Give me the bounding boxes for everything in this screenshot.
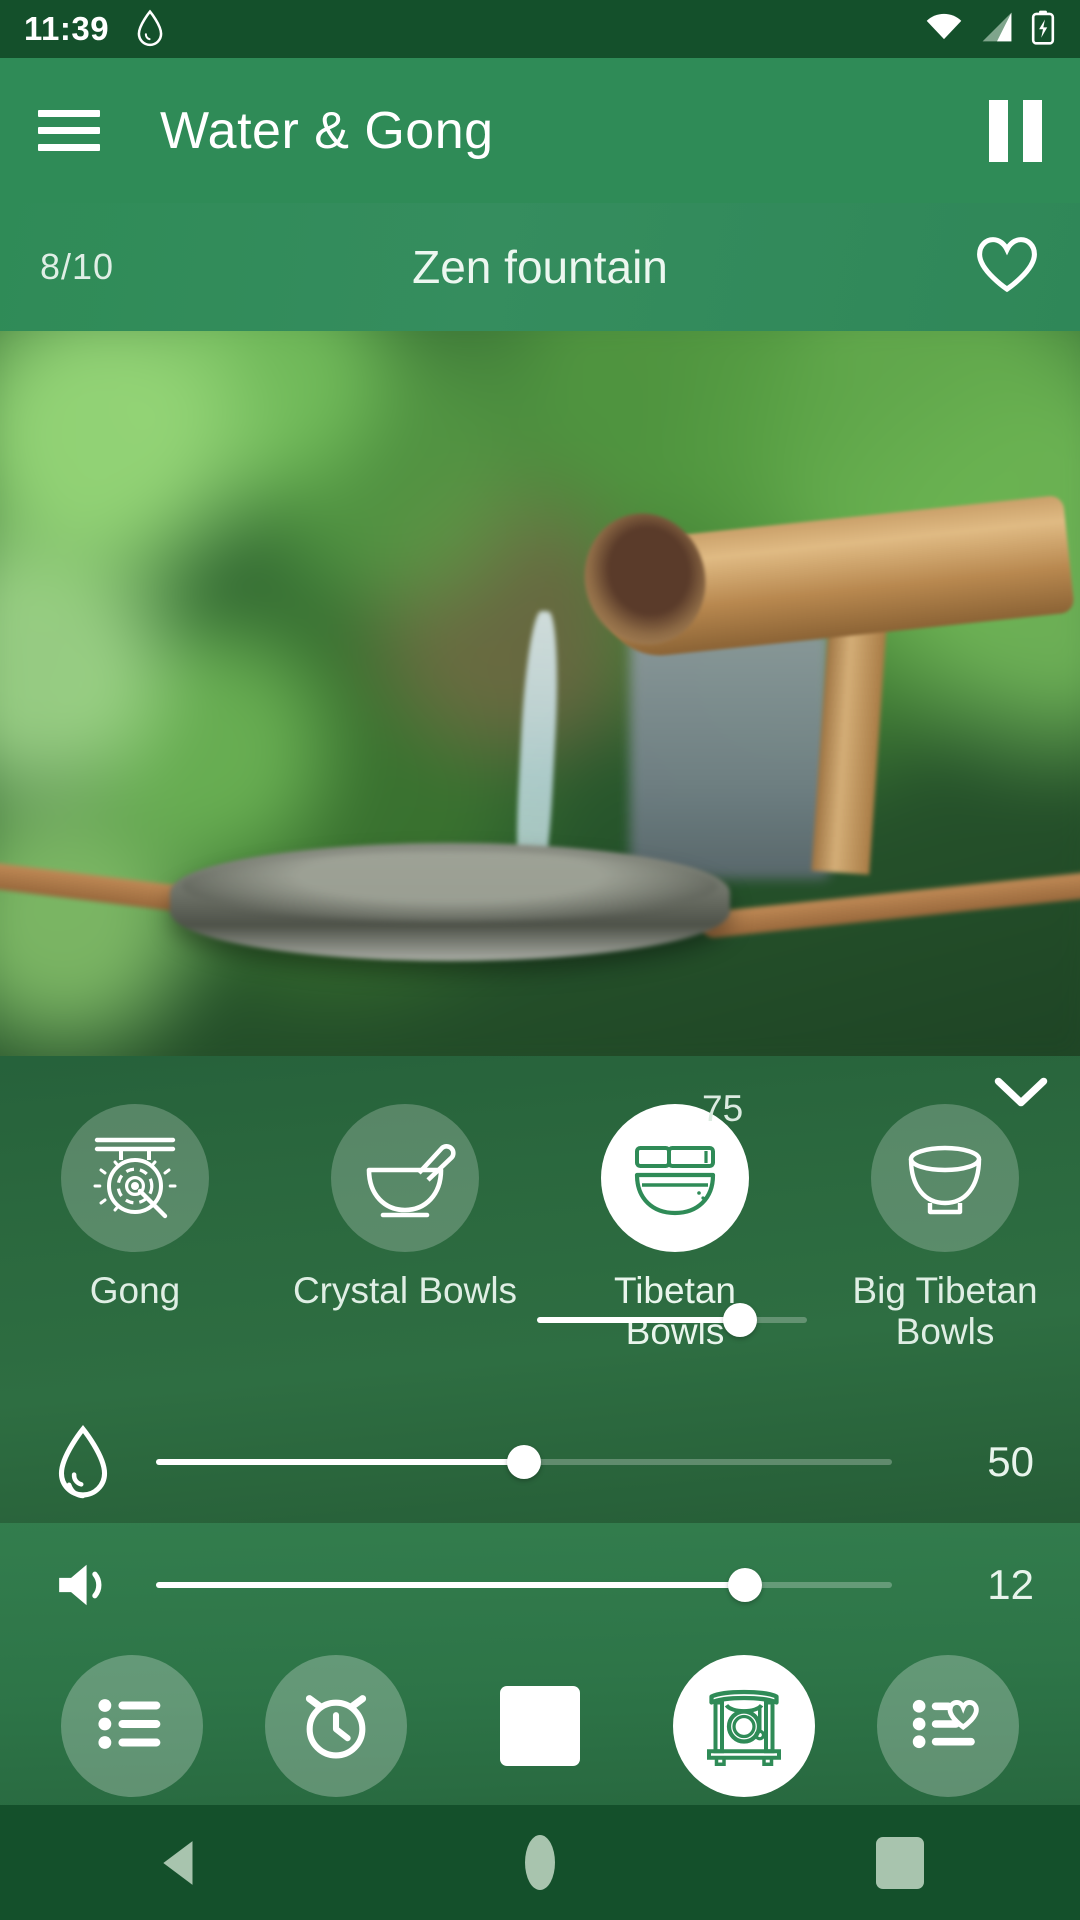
timer-button[interactable] — [265, 1655, 407, 1797]
tibetan-bowls-slider[interactable] — [537, 1300, 807, 1340]
gong-button[interactable] — [673, 1655, 815, 1797]
cellular-signal-icon — [978, 11, 1016, 48]
slider-fill — [156, 1458, 524, 1465]
hero-stone-top — [182, 851, 718, 921]
gong-disc-icon — [61, 1104, 209, 1252]
app-screen: 11:39 Water & Gong 8/10 Zen fountain Gon… — [0, 0, 1080, 1920]
list-icon — [95, 1691, 169, 1762]
status-bar-clock: 11:39 — [24, 10, 110, 47]
status-bar: 11:39 — [0, 0, 1080, 58]
water-value: 50 — [987, 1437, 1034, 1485]
water-slider[interactable] — [156, 1442, 892, 1482]
player-controls — [0, 1647, 1080, 1805]
volume-slider[interactable] — [156, 1565, 892, 1605]
sound-value: 75 — [702, 1088, 744, 1129]
list-heart-icon — [910, 1691, 986, 1762]
sound-item-gong[interactable]: Gong — [0, 1104, 270, 1353]
sound-label: Crystal Bowls — [292, 1270, 518, 1311]
pause-bar-right — [1023, 99, 1042, 162]
battery-charging-icon — [1030, 9, 1056, 50]
alarm-clock-icon — [298, 1686, 374, 1767]
menu-bar-2 — [38, 127, 100, 134]
slider-thumb[interactable] — [727, 1568, 762, 1602]
stop-square-icon — [500, 1686, 580, 1766]
sound-label: Gong — [89, 1270, 181, 1311]
home-circle-icon[interactable] — [450, 1805, 630, 1920]
water-volume-row: 50 — [0, 1400, 1080, 1523]
playlist-button[interactable] — [61, 1655, 203, 1797]
sound-item-crystal-bowls[interactable]: Crystal Bowls — [270, 1104, 540, 1353]
gong-stand-icon — [699, 1679, 789, 1774]
square-recents-icon[interactable] — [810, 1805, 990, 1920]
stop-button[interactable] — [469, 1655, 611, 1797]
home-dot — [525, 1835, 555, 1890]
big-tibetan-bowl-icon — [871, 1104, 1019, 1252]
pause-icon[interactable] — [989, 99, 1042, 162]
status-bar-icons — [924, 9, 1056, 50]
slider-thumb[interactable] — [722, 1303, 757, 1337]
volume-value: 12 — [987, 1561, 1034, 1608]
wifi-icon — [924, 11, 964, 48]
sound-item-big-tibetan-bowls[interactable]: Big Tibetan Bowls — [810, 1104, 1080, 1353]
app-title: Water & Gong — [160, 101, 494, 160]
menu-bar-3 — [38, 144, 100, 151]
heart-outline-icon[interactable] — [974, 234, 1040, 301]
triangle-back-icon[interactable] — [90, 1805, 270, 1920]
pause-bar-left — [989, 99, 1008, 162]
track-index: 8/10 — [40, 246, 115, 287]
volume-panel: 12 — [0, 1523, 1080, 1805]
slider-fill — [537, 1317, 740, 1323]
app-bar: Water & Gong — [0, 58, 1080, 203]
sound-label: Big Tibetan Bowls — [852, 1270, 1038, 1353]
slider-fill — [156, 1582, 745, 1588]
recents-square — [876, 1836, 924, 1889]
hero-pillar — [630, 631, 830, 879]
menu-bar-1 — [38, 110, 100, 117]
hamburger-menu-icon[interactable] — [38, 110, 100, 151]
track-info-bar: 8/10 Zen fountain — [0, 203, 1080, 331]
fountain-image — [0, 331, 1080, 1056]
mortar-pestle-bowl-icon — [331, 1104, 479, 1252]
slider-thumb[interactable] — [507, 1444, 541, 1479]
water-drop-icon — [131, 8, 169, 50]
favorites-button[interactable] — [877, 1655, 1019, 1797]
master-volume-row: 12 — [0, 1523, 1080, 1647]
track-title: Zen fountain — [412, 241, 668, 293]
water-drop-icon[interactable] — [46, 1424, 120, 1500]
android-nav-bar — [0, 1805, 1080, 1920]
speaker-volume-icon[interactable] — [46, 1557, 120, 1613]
